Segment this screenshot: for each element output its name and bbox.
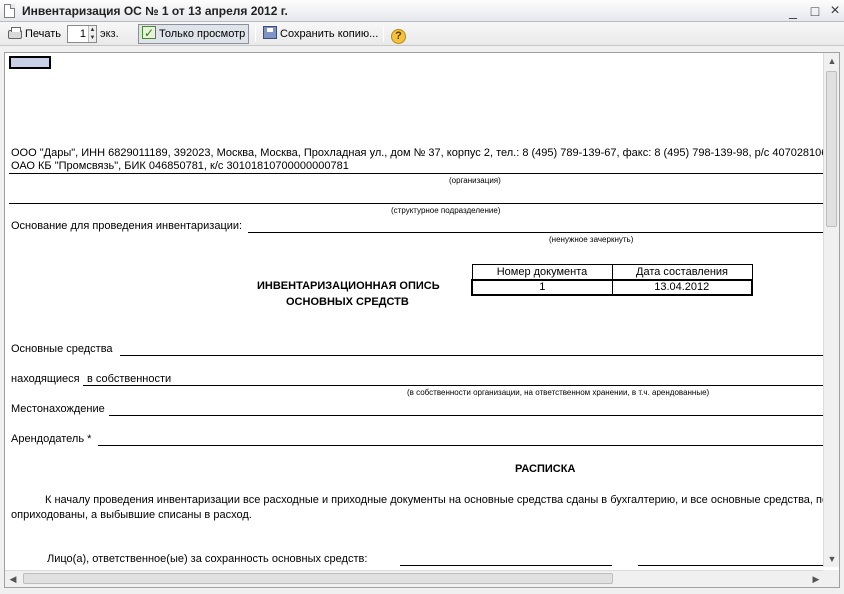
basis-underline: [248, 232, 824, 233]
save-copy-label: Сохранить копию...: [280, 28, 379, 40]
window-titlebar: Инвентаризация ОС № 1 от 13 апреля 2012 …: [0, 0, 844, 22]
maximize-button[interactable]: □: [806, 2, 824, 20]
basis-label: Основание для проведения инвентаризации:: [11, 220, 243, 232]
toolbar-separator: [255, 26, 256, 42]
copies-stepper-arrows[interactable]: ▲ ▼: [88, 26, 96, 42]
organization-underline: [9, 173, 824, 174]
view-only-icon: [142, 24, 156, 42]
receipt-title: РАСПИСКА: [515, 463, 576, 475]
date-value: 13.04.2012: [611, 278, 753, 296]
scroll-left-icon[interactable]: ◀: [5, 571, 21, 587]
copies-input[interactable]: [68, 26, 88, 42]
save-copy-button[interactable]: Сохранить копию...: [259, 24, 382, 44]
responsible-position-line: [400, 565, 612, 566]
selected-cell[interactable]: [9, 56, 51, 69]
location-label: Местонахождение: [11, 403, 105, 415]
document-icon: [4, 4, 15, 18]
help-icon: ?: [391, 29, 406, 44]
responsible-signature-line: [638, 565, 824, 566]
lessor-underline: [98, 445, 824, 446]
department-caption: (структурное подразделение): [391, 206, 501, 215]
date-header: Дата составления: [611, 264, 753, 280]
lessor-label: Арендодатель *: [11, 433, 92, 445]
assets-underline: [120, 355, 824, 356]
location-underline: [109, 415, 824, 416]
scroll-down-icon[interactable]: ▼: [824, 551, 839, 567]
stepper-down-icon[interactable]: ▼: [89, 34, 96, 42]
view-only-button[interactable]: Только просмотр: [138, 24, 250, 44]
print-label: Печать: [25, 28, 62, 40]
doc-number-header: Номер документа: [471, 264, 613, 280]
copies-stepper[interactable]: ▲ ▼: [67, 25, 97, 43]
assets-label: Основные средства: [11, 343, 113, 355]
window-title: Инвентаризация ОС № 1 от 13 апреля 2012 …: [22, 4, 288, 18]
department-underline: [9, 203, 824, 204]
horizontal-scrollbar[interactable]: ◀ ▶: [5, 570, 824, 587]
responsible-label: Лицо(а), ответственное(ые) за сохранност…: [47, 553, 368, 565]
vertical-scrollbar[interactable]: ▲ ▼: [823, 53, 839, 567]
toolbar: Печать ▲ ▼ экз. Только просмотр Сохранит…: [0, 22, 844, 46]
vertical-scroll-thumb[interactable]: [826, 71, 837, 227]
print-button[interactable]: Печать: [4, 24, 65, 44]
organization-caption: (организация): [449, 176, 501, 185]
document-info-table: Номер документа Дата составления 1 13.04…: [471, 264, 753, 296]
printer-icon: [8, 27, 22, 39]
toolbar-separator: [383, 26, 384, 42]
document-viewer[interactable]: ООО "Дары", ИНН 6829011189, 392023, Моск…: [4, 52, 840, 588]
scroll-up-icon[interactable]: ▲: [824, 53, 839, 69]
close-button[interactable]: ×: [826, 2, 844, 20]
view-only-label: Только просмотр: [159, 28, 246, 40]
stepper-up-icon[interactable]: ▲: [89, 26, 96, 34]
organization-line-1: ООО "Дары", ИНН 6829011189, 392023, Моск…: [11, 147, 824, 159]
receipt-text-line-1: К началу проведения инвентаризации все р…: [45, 494, 824, 506]
help-button[interactable]: ?: [387, 24, 413, 44]
basis-caption: (ненужное зачеркнуть): [549, 235, 634, 244]
located-value: в собственности: [87, 373, 172, 385]
scroll-right-icon[interactable]: ▶: [808, 571, 824, 587]
document-title-line-1: ИНВЕНТАРИЗАЦИОННАЯ ОПИСЬ: [257, 280, 440, 292]
located-label: находящиеся: [11, 373, 80, 385]
organization-line-2: ОАО КБ "Промсвязь", БИК 046850781, к/с 3…: [11, 160, 349, 172]
horizontal-scroll-thumb[interactable]: [23, 573, 613, 584]
spreadsheet-document: ООО "Дары", ИНН 6829011189, 392023, Моск…: [5, 53, 824, 567]
save-icon: [263, 26, 277, 39]
document-title-line-2: ОСНОВНЫХ СРЕДСТВ: [286, 296, 409, 308]
copies-unit: экз.: [100, 28, 119, 40]
located-underline: [83, 385, 824, 386]
located-caption: (в собственности организации, на ответст…: [407, 388, 710, 397]
receipt-text-line-2: оприходованы, а выбывшие списаны в расхо…: [11, 509, 252, 521]
doc-number-value: 1: [471, 278, 613, 296]
scrollbar-corner: [823, 570, 839, 587]
minimize-button[interactable]: _: [784, 2, 802, 20]
